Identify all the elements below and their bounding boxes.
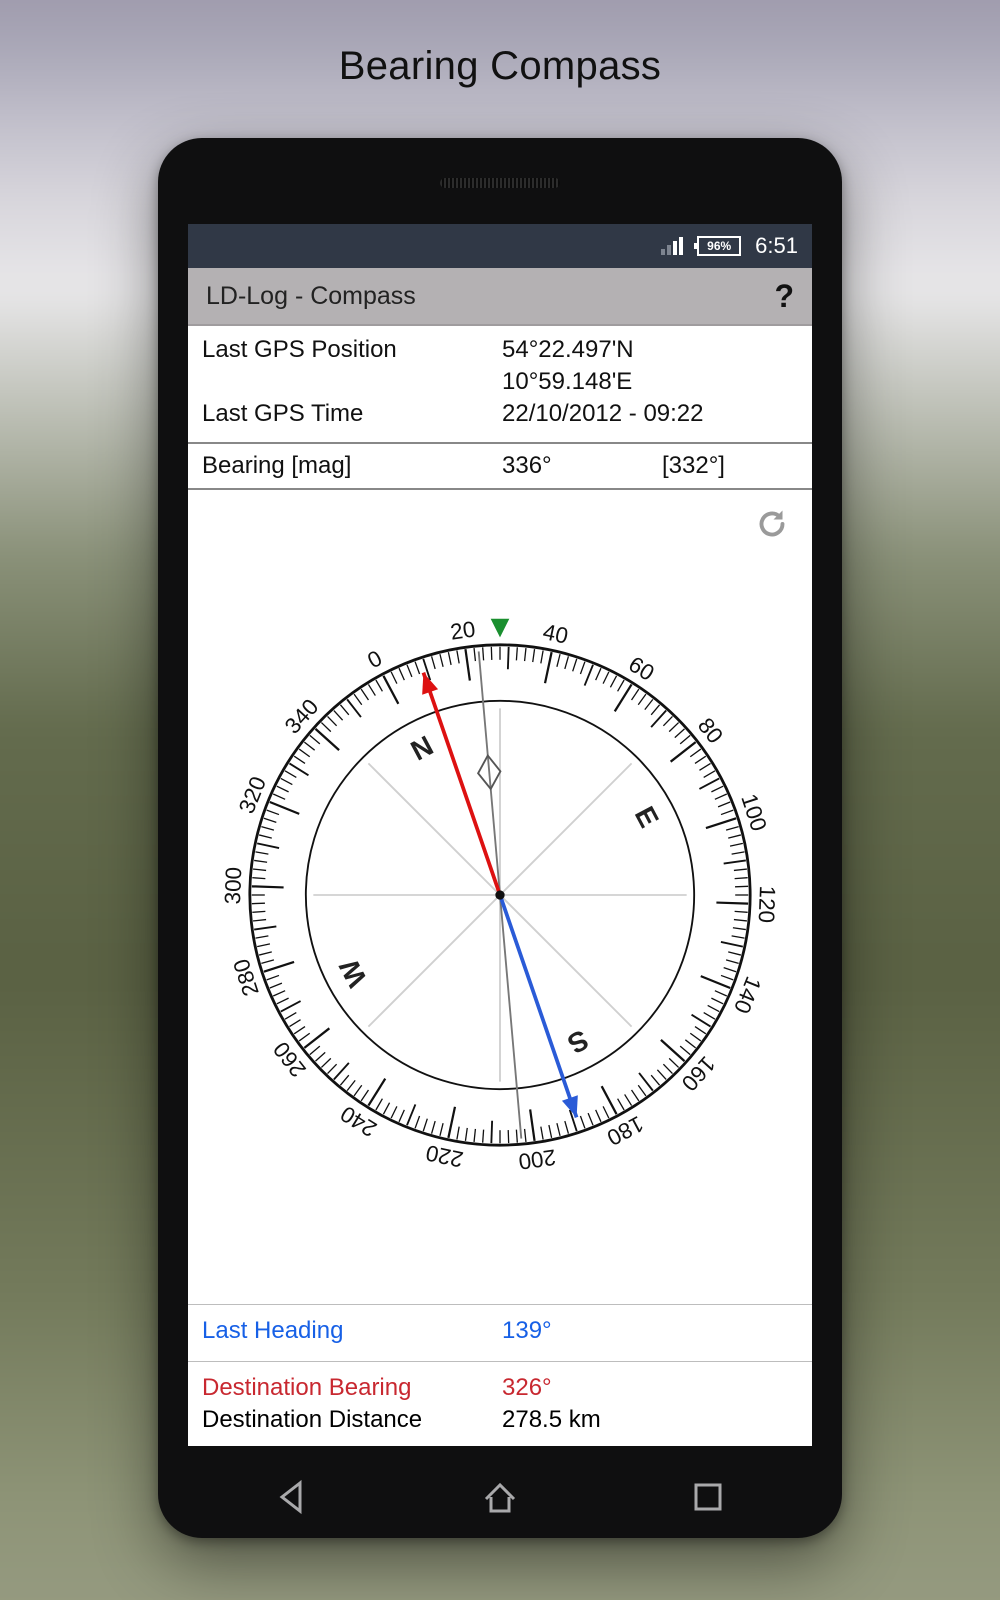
gps-lon: 10°59.148'E [502,368,662,396]
android-nav-bar [188,1456,812,1538]
dest-bearing-value: 326° [502,1374,552,1402]
svg-text:300: 300 [220,867,246,905]
svg-text:20: 20 [449,617,477,645]
heading-value: 139° [502,1317,552,1345]
status-bar: 96% 6:51 [188,224,812,268]
dest-dist-label: Destination Distance [202,1406,502,1434]
svg-text:160: 160 [677,1051,721,1095]
svg-text:40: 40 [541,619,571,649]
svg-text:E: E [629,801,665,832]
screen: 96% 6:51 LD-Log - Compass ? Last GPS Pos… [188,224,812,1446]
svg-text:120: 120 [754,885,780,923]
info-panel: Last GPS Position 54°22.497'N 10°59.148'… [188,326,812,488]
bearing-label: Bearing [mag] [202,452,502,480]
gps-lat: 54°22.497'N [502,336,662,364]
bearing-secondary: [332°] [662,452,798,480]
help-button[interactable]: ? [774,278,794,315]
svg-text:N: N [406,730,438,767]
battery-level: 96% [707,240,731,252]
svg-text:S: S [563,1024,594,1060]
gps-time-label: Last GPS Time [202,400,502,428]
battery-icon: 96% [697,236,741,256]
dest-dist-value: 278.5 km [502,1406,601,1434]
compass-center [495,890,504,899]
status-time: 6:51 [755,233,798,259]
gps-time: 22/10/2012 - 09:22 [502,400,704,428]
svg-text:240: 240 [336,1101,381,1142]
refresh-icon [754,506,790,542]
bottom-info: Last Heading 139° Destination Bearing 32… [188,1300,812,1446]
recent-button[interactable] [690,1479,726,1515]
svg-text:200: 200 [517,1144,557,1174]
svg-text:180: 180 [603,1111,648,1151]
refresh-button[interactable] [754,506,790,542]
device-frame: 96% 6:51 LD-Log - Compass ? Last GPS Pos… [158,138,842,1538]
svg-text:220: 220 [424,1140,466,1172]
compass-index-icon [491,619,510,638]
app-bar: LD-Log - Compass ? [188,268,812,326]
bearing-value: 336° [502,452,662,480]
svg-text:340: 340 [280,694,324,738]
compass-rose[interactable]: 0204060801001201401601802002202402602803… [220,615,780,1175]
back-button[interactable] [274,1479,310,1515]
heading-label: Last Heading [202,1317,502,1345]
compass-area: 0204060801001201401601802002202402602803… [188,488,812,1300]
signal-icon [661,237,683,255]
app-title: LD-Log - Compass [206,282,416,311]
svg-text:0: 0 [363,645,386,673]
page-title: Bearing Compass [0,0,1000,89]
dest-bearing-label: Destination Bearing [202,1374,502,1402]
device-speaker [440,178,560,188]
svg-text:260: 260 [268,1037,311,1082]
home-button[interactable] [482,1479,518,1515]
svg-text:W: W [333,954,373,992]
gps-pos-label: Last GPS Position [202,336,502,364]
